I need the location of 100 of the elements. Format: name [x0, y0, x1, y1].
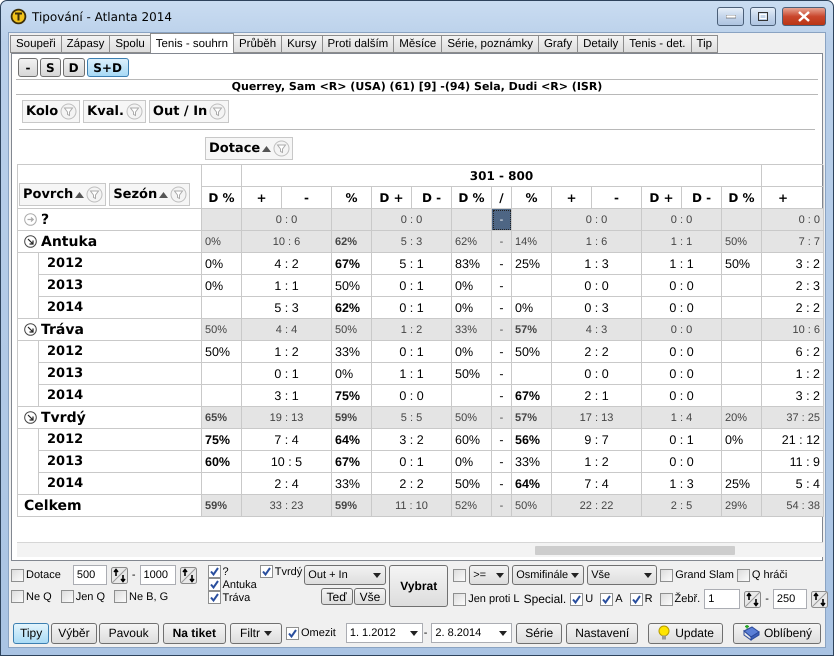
- chip-label[interactable]: Dotace: [209, 141, 260, 156]
- toolbar-button[interactable]: Nastavení: [566, 622, 638, 644]
- checkbox-label[interactable]: Žebř.: [674, 593, 700, 605]
- checkbox-label[interactable]: Q hráči: [752, 569, 788, 581]
- checkbox[interactable]: [260, 565, 273, 578]
- table-cell[interactable]: -: [492, 341, 512, 363]
- tab[interactable]: Detaily: [577, 35, 624, 53]
- checkbox[interactable]: [453, 592, 466, 606]
- checkbox-label[interactable]: Tráva: [222, 592, 250, 604]
- checkbox[interactable]: [11, 590, 24, 603]
- toolbar-button[interactable]: Na tiket: [162, 622, 226, 644]
- now-button[interactable]: Teď: [320, 588, 353, 605]
- toolbar-button[interactable]: Výběr: [51, 622, 97, 644]
- tab[interactable]: Soupeři: [10, 35, 62, 53]
- chip-label[interactable]: Out / In: [152, 104, 208, 119]
- checkbox-label[interactable]: ?: [222, 566, 229, 578]
- checkbox[interactable]: [60, 590, 74, 603]
- tab[interactable]: Tip: [690, 35, 718, 53]
- arrow-circle-icon[interactable]: [24, 323, 37, 336]
- spin-icon[interactable]: [180, 566, 197, 584]
- dropdown[interactable]: Osmifinále: [512, 565, 584, 585]
- table-cell[interactable]: -: [492, 495, 512, 517]
- checkbox-label[interactable]: Omezit: [300, 627, 336, 639]
- checkbox[interactable]: [208, 578, 221, 591]
- number-field[interactable]: 1: [704, 589, 740, 609]
- tab[interactable]: Grafy: [538, 35, 578, 53]
- table-cell[interactable]: -: [492, 473, 512, 495]
- minimize-button[interactable]: [717, 7, 744, 26]
- checkbox-label[interactable]: A: [615, 593, 623, 605]
- tab[interactable]: Průběh: [233, 35, 282, 53]
- tab[interactable]: Měsíce: [393, 35, 442, 53]
- checkbox-label[interactable]: Grand Slam: [675, 569, 734, 581]
- tab[interactable]: Tenis - det.: [623, 35, 692, 53]
- tab[interactable]: Tenis - souhrn: [150, 33, 234, 53]
- dropdown[interactable]: Vše: [587, 565, 658, 585]
- checkbox[interactable]: [208, 591, 221, 604]
- toolbar-button[interactable]: Série: [516, 622, 562, 644]
- checkbox[interactable]: [660, 568, 674, 582]
- column-chip[interactable]: Dotace: [205, 137, 294, 160]
- dropdown[interactable]: Out + In: [304, 565, 386, 585]
- date-picker[interactable]: 2. 8.2014: [431, 623, 512, 643]
- column-chip[interactable]: Kolo: [22, 100, 80, 123]
- checkbox[interactable]: [600, 592, 614, 606]
- checkbox-label[interactable]: Jen Q: [76, 590, 106, 602]
- toolbar-button[interactable]: Pavouk: [98, 622, 159, 644]
- maximize-button[interactable]: [750, 7, 776, 26]
- mode-button[interactable]: D: [62, 58, 85, 77]
- checkbox-label[interactable]: Tvrdý: [274, 566, 302, 578]
- number-field[interactable]: 500: [72, 565, 107, 585]
- column-chip[interactable]: Povrch: [19, 183, 106, 206]
- table-cell[interactable]: -: [492, 209, 512, 231]
- select-button[interactable]: Vybrat: [389, 565, 448, 607]
- checkbox-label[interactable]: Jen proti L: [468, 593, 520, 605]
- tab[interactable]: Spolu: [109, 35, 151, 53]
- checkbox[interactable]: [11, 568, 24, 582]
- checkbox-label[interactable]: Dotace: [26, 569, 61, 581]
- checkbox[interactable]: [660, 592, 673, 606]
- chip-label[interactable]: Sezón: [113, 187, 158, 202]
- checkbox[interactable]: [630, 592, 643, 606]
- mode-button[interactable]: S: [40, 58, 61, 77]
- dropdown[interactable]: >=: [469, 565, 510, 585]
- toolbar-button[interactable]: Update: [648, 622, 723, 644]
- checkbox-label[interactable]: Ne Q: [26, 590, 52, 602]
- checkbox-label[interactable]: Ne B, G: [129, 590, 168, 602]
- all-button[interactable]: Vše: [354, 588, 386, 605]
- spin-icon[interactable]: [744, 590, 762, 608]
- tab[interactable]: Proti dalším: [322, 35, 394, 53]
- tab[interactable]: Série, poznámky: [441, 35, 539, 53]
- checkbox[interactable]: [114, 590, 128, 603]
- table-cell[interactable]: -: [492, 275, 512, 297]
- table-cell[interactable]: -: [492, 385, 512, 407]
- horizontal-scrollbar[interactable]: [17, 542, 823, 557]
- column-chip[interactable]: Out / In: [148, 100, 230, 123]
- tab[interactable]: Kursy: [281, 35, 323, 53]
- spin-icon[interactable]: [810, 590, 828, 608]
- checkbox-label[interactable]: U: [585, 593, 594, 605]
- table-cell[interactable]: -: [492, 363, 512, 385]
- checkbox[interactable]: [570, 592, 584, 606]
- table-cell[interactable]: -: [492, 451, 512, 473]
- toolbar-button[interactable]: Tipy: [13, 622, 50, 644]
- column-chip[interactable]: Kval.: [83, 100, 146, 123]
- mode-button[interactable]: -: [18, 58, 38, 77]
- table-cell[interactable]: -: [492, 407, 512, 429]
- chip-label[interactable]: Povrch: [23, 187, 74, 202]
- column-chip[interactable]: Sezón: [109, 183, 190, 206]
- menu-button[interactable]: Filtr: [230, 622, 282, 644]
- checkbox[interactable]: [736, 568, 750, 582]
- arrow-circle-icon[interactable]: [24, 411, 37, 424]
- chip-label[interactable]: Kolo: [26, 104, 58, 119]
- number-field[interactable]: 1000: [140, 565, 176, 585]
- checkbox[interactable]: [453, 568, 466, 582]
- table-cell[interactable]: -: [492, 231, 512, 253]
- date-picker[interactable]: 1. 1.2012: [346, 623, 423, 643]
- checkbox[interactable]: [286, 626, 299, 640]
- mode-button[interactable]: S+D: [86, 58, 129, 77]
- table-cell[interactable]: -: [492, 297, 512, 319]
- checkbox[interactable]: [208, 565, 221, 578]
- chip-label[interactable]: Kval.: [87, 104, 124, 119]
- table-cell[interactable]: -: [492, 429, 512, 451]
- spin-icon[interactable]: [110, 566, 128, 584]
